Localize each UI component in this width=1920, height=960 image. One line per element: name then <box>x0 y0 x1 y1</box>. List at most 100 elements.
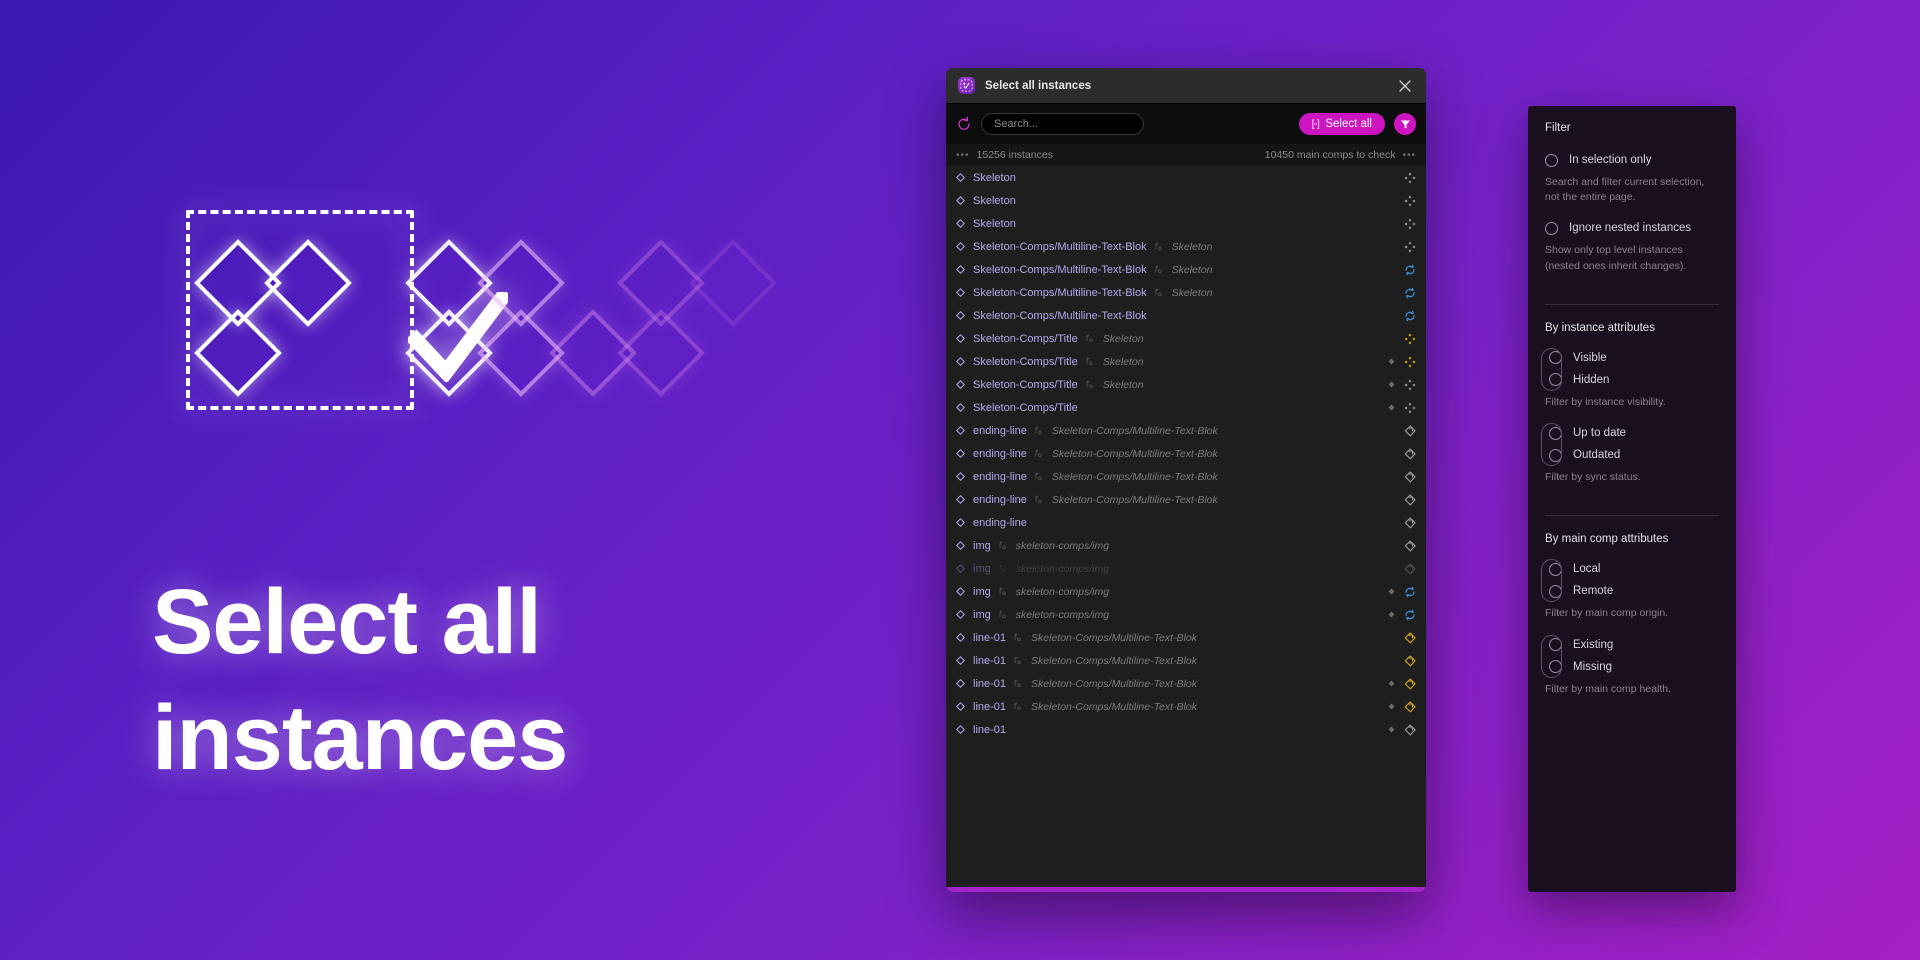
filter-option-missing[interactable]: Missing <box>1545 656 1719 678</box>
table-row[interactable]: Skeleton-Comps/Multiline-Text-Blok Skelet… <box>946 235 1426 258</box>
status-badge[interactable] <box>1403 539 1417 552</box>
radio-icon[interactable] <box>1545 153 1558 167</box>
filter-toggle-0[interactable]: In selection only <box>1545 149 1719 171</box>
status-badge[interactable] <box>1403 402 1417 414</box>
filter-group-help: Filter by sync status. <box>1545 471 1641 484</box>
main-comp-link-icon <box>998 541 1009 550</box>
search-box[interactable] <box>981 113 1144 135</box>
status-badge[interactable] <box>1403 700 1417 713</box>
status-badge[interactable] <box>1403 287 1417 299</box>
instance-name: Skeleton-Comps/Multiline-Text-Blok <box>973 286 1147 299</box>
table-row[interactable]: ending-line Skeleton-Comps/Multiline-Text… <box>946 442 1426 465</box>
instances-list[interactable]: Skeleton Skeleton Skeleton Skeleton-Comps/M… <box>946 166 1426 887</box>
radio-icon[interactable] <box>1549 448 1562 462</box>
table-row[interactable]: ending-line Skeleton-Comps/Multiline-Text… <box>946 465 1426 488</box>
status-badge[interactable] <box>1403 356 1417 368</box>
table-row[interactable]: line-01 Skeleton-Comps/Multiline-Text-Blo… <box>946 672 1426 695</box>
select-all-instances-illustration <box>150 190 930 420</box>
table-row[interactable]: Skeleton-Comps/Title <box>946 396 1426 419</box>
table-row[interactable]: Skeleton-Comps/Title Skeleton <box>946 327 1426 350</box>
instance-diamond-icon <box>955 633 966 642</box>
table-row[interactable]: Skeleton <box>946 189 1426 212</box>
instance-name: ending-line <box>973 470 1027 483</box>
instance-diamond-icon <box>955 265 966 274</box>
select-all-button[interactable]: [◦] Select all <box>1298 113 1385 135</box>
radio-icon[interactable] <box>1549 373 1562 387</box>
filter-toggle-label: Ignore nested instances <box>1569 222 1692 235</box>
filter-toggle-1[interactable]: Ignore nested instances <box>1545 217 1719 239</box>
instance-name: line-01 <box>973 677 1007 690</box>
table-row[interactable]: line-01 Skeleton-Comps/Multiline-Text-Blo… <box>946 695 1426 718</box>
table-row[interactable]: Skeleton-Comps/Title Skeleton <box>946 373 1426 396</box>
table-row[interactable]: ending-line Skeleton-Comps/Multiline-Text… <box>946 419 1426 442</box>
table-row[interactable]: line-01 <box>946 718 1426 741</box>
filter-section-heading: By instance attributes <box>1545 321 1655 334</box>
status-badge[interactable] <box>1403 631 1417 644</box>
filter-option-visible[interactable]: Visible <box>1545 347 1719 369</box>
table-row[interactable]: Skeleton <box>946 212 1426 235</box>
radio-icon[interactable] <box>1549 584 1562 598</box>
instance-diamond-icon <box>955 380 966 389</box>
table-row[interactable]: ending-line <box>946 511 1426 534</box>
status-badge[interactable] <box>1403 310 1417 322</box>
status-badge[interactable] <box>1403 379 1417 391</box>
radio-icon[interactable] <box>1549 638 1562 652</box>
instance-diamond-icon <box>955 426 966 435</box>
filter-option-local[interactable]: Local <box>1545 558 1719 580</box>
instance-diamond-icon <box>955 702 966 711</box>
status-badge[interactable] <box>1403 562 1417 575</box>
status-badge[interactable] <box>1403 516 1417 529</box>
status-badge[interactable] <box>1403 218 1417 230</box>
filter-option-existing[interactable]: Existing <box>1545 634 1719 656</box>
status-badge[interactable] <box>1403 470 1417 483</box>
status-badge[interactable] <box>1403 586 1417 598</box>
filter-option-up-to-date[interactable]: Up to date <box>1545 422 1719 444</box>
status-badge[interactable] <box>1403 493 1417 506</box>
instance-name: line-01 <box>973 654 1007 667</box>
table-row[interactable]: img skeleton-comps/img <box>946 534 1426 557</box>
close-icon[interactable] <box>1396 77 1414 95</box>
status-badge[interactable] <box>1403 195 1417 207</box>
status-badge[interactable] <box>1403 424 1417 437</box>
status-badge[interactable] <box>1403 723 1417 736</box>
main-comp-link-icon <box>1034 426 1045 435</box>
table-row[interactable]: Skeleton-Comps/Multiline-Text-Blok <box>946 304 1426 327</box>
instance-name: Skeleton-Comps/Title <box>973 378 1078 391</box>
table-row[interactable]: Skeleton-Comps/Title Skeleton <box>946 350 1426 373</box>
filter-option-outdated[interactable]: Outdated <box>1545 444 1719 466</box>
radio-icon[interactable] <box>1549 660 1562 674</box>
accent-bottom-bar <box>946 887 1426 892</box>
table-row[interactable]: img skeleton-comps/img <box>946 580 1426 603</box>
status-badge[interactable] <box>1403 241 1417 253</box>
filter-option-remote[interactable]: Remote <box>1545 580 1719 602</box>
status-badge[interactable] <box>1403 447 1417 460</box>
radio-icon[interactable] <box>1549 562 1562 576</box>
status-badge[interactable] <box>1403 264 1417 276</box>
status-badge[interactable] <box>1403 333 1417 345</box>
filter-group-help: Filter by main comp origin. <box>1545 607 1669 620</box>
main-comp-link-icon <box>1013 656 1024 665</box>
status-badge[interactable] <box>1403 677 1417 690</box>
table-row[interactable]: ending-line Skeleton-Comps/Multiline-Text… <box>946 488 1426 511</box>
search-input[interactable] <box>994 118 1131 130</box>
filter-option-hidden[interactable]: Hidden <box>1545 369 1719 391</box>
main-comp-name: Skeleton <box>1171 240 1213 253</box>
status-badge[interactable] <box>1403 654 1417 667</box>
table-row[interactable]: line-01 Skeleton-Comps/Multiline-Text-Blo… <box>946 626 1426 649</box>
table-row[interactable]: line-01 Skeleton-Comps/Multiline-Text-Blo… <box>946 649 1426 672</box>
table-row[interactable]: Skeleton-Comps/Multiline-Text-Blok Skelet… <box>946 281 1426 304</box>
status-badge[interactable] <box>1403 172 1417 184</box>
table-row[interactable]: Skeleton <box>946 166 1426 189</box>
radio-icon[interactable] <box>1545 221 1558 235</box>
table-row[interactable]: Skeleton-Comps/Multiline-Text-Blok Skelet… <box>946 258 1426 281</box>
status-badge[interactable] <box>1403 609 1417 621</box>
table-row[interactable]: img skeleton-comps/img <box>946 603 1426 626</box>
main-comp-name: Skeleton <box>1102 378 1144 391</box>
refresh-icon[interactable] <box>956 116 972 132</box>
instance-diamond-icon <box>955 656 966 665</box>
filter-button[interactable] <box>1394 113 1416 135</box>
radio-icon[interactable] <box>1549 426 1562 440</box>
main-comp-name: Skeleton-Comps/Multiline-Text-Blok <box>1051 470 1218 483</box>
table-row[interactable]: img skeleton-comps/img <box>946 557 1426 580</box>
radio-icon[interactable] <box>1549 351 1562 365</box>
